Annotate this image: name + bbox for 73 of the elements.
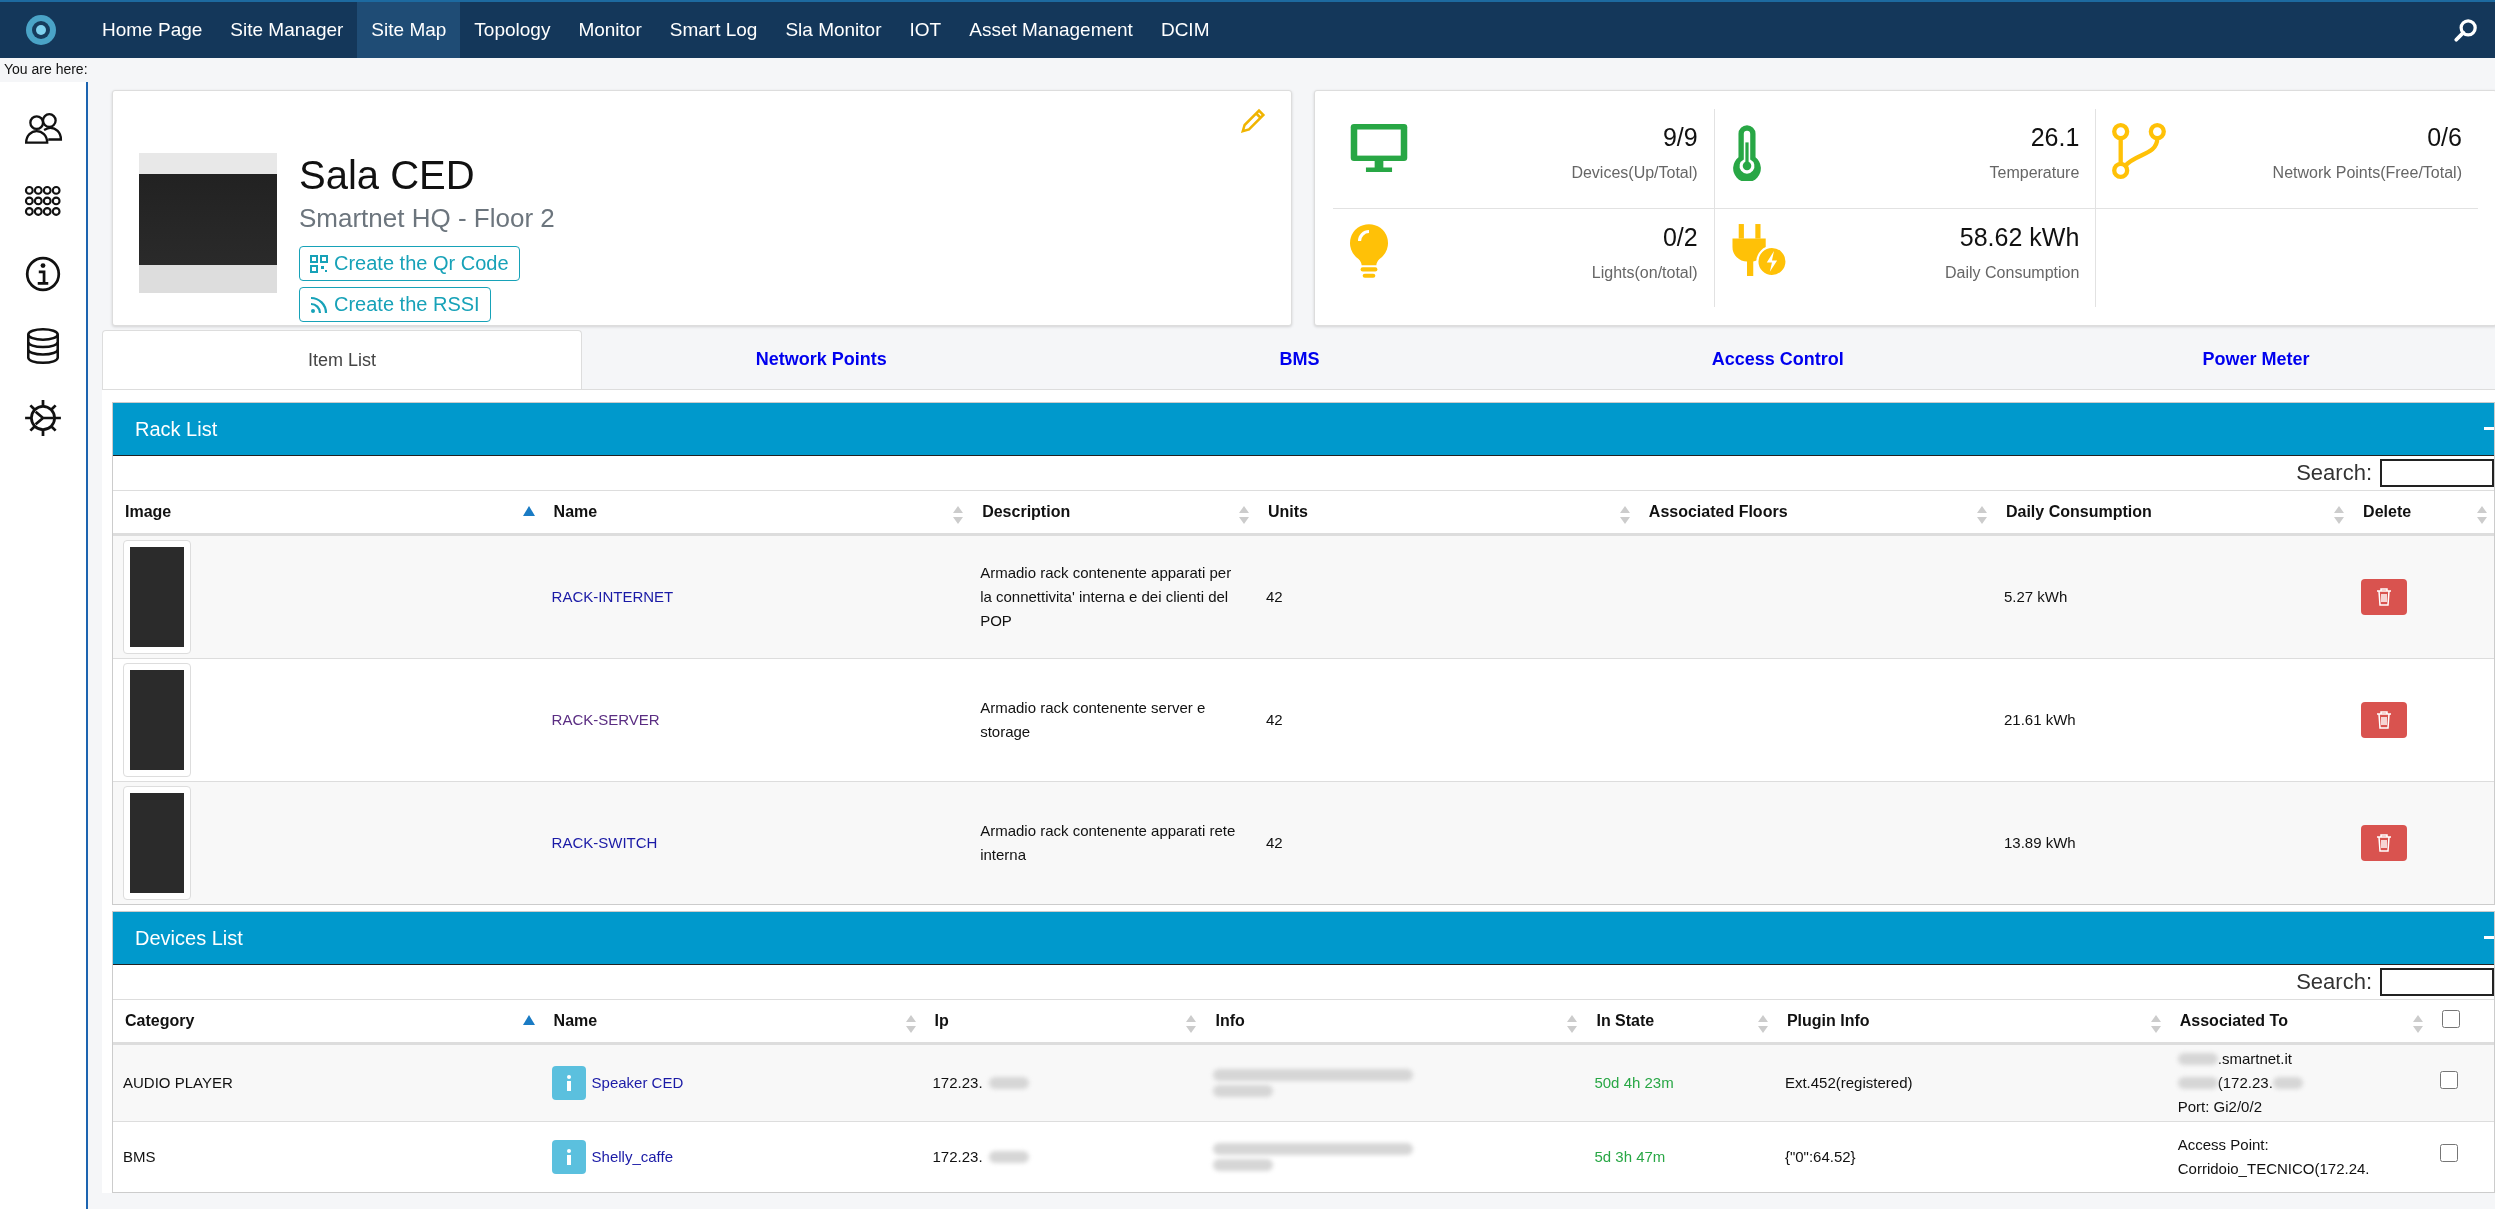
row-checkbox[interactable] [2439,1144,2458,1163]
nav-item[interactable]: Site Manager [216,2,358,58]
stat-label: Temperature [1989,164,2080,182]
breadcrumb-text: You are here: [3,60,89,79]
state-duration: 50d 4h 23m [1584,1043,1775,1122]
table-cell: Armadio rack contenente apparati per la connettivita' interna e dei clienti del POP [970,534,1256,659]
stat-value: 58.62 kWh [1958,222,2080,252]
delete-button[interactable] [2361,579,2408,615]
table-cell: Ext.452(registered) [1774,1043,2168,1122]
nav-item[interactable]: Monitor [564,2,656,58]
collapse-icon [2484,936,2494,940]
stat-value: 26.1 [2029,123,2080,152]
nav-item[interactable]: Sla Monitor [771,2,896,58]
table-cell: {"0":64.52} [1774,1121,2168,1192]
ip-address: 172.23. [932,1073,983,1093]
table-cell: 42 [1255,534,1637,659]
row-checkbox[interactable] [2439,1070,2458,1089]
site-subtitle: Smartnet HQ - Floor 2 [299,203,555,234]
table-cell: 42 [1255,781,1637,904]
device-link[interactable]: Shelly_caffe [591,1144,674,1169]
table-cell: AUDIO PLAYER [113,1043,542,1122]
stat-label: Network Points(Free/Total) [2272,164,2462,182]
collapse-icon [2484,427,2494,431]
stat-label: Devices(Up/Total) [1571,164,1698,182]
table-cell: Armadio rack contenente apparati rete interna [970,781,1256,904]
delete-button[interactable] [2361,825,2408,861]
nav-item[interactable]: Smart Log [655,2,772,58]
trash-icon [2376,588,2393,606]
nav-item[interactable]: Home Page [88,2,217,58]
rack-link[interactable]: RACK-SERVER [551,711,660,728]
table-cell: BMS [113,1121,542,1192]
rack-link[interactable]: RACK-INTERNET [551,588,674,605]
stat-value: 9/9 [1661,123,1698,152]
table-cell: 5.27 kWh [1993,534,2352,659]
gear-icon[interactable] [23,398,63,438]
info-icon[interactable] [23,254,63,294]
rss-icon [310,295,328,314]
info-icon [564,1148,573,1165]
ip-address: 172.23. [932,1146,983,1167]
search-field[interactable] [2380,968,2494,996]
nav-item[interactable]: Site Map [357,2,461,58]
qr-code-icon [310,254,328,273]
stat-label: Lights(on/total) [1591,263,1698,282]
nav-item[interactable]: IOT [895,2,956,58]
association-text: (172.23. [2217,1073,2273,1093]
delete-button[interactable] [2361,702,2408,738]
rack-link[interactable]: RACK-SWITCH [551,834,658,851]
panel-title: Devices List [135,926,243,950]
site-title: Sala CED [299,153,475,197]
association-text: Access Point: [2177,1134,2269,1155]
trash-icon [2376,834,2393,852]
state-duration: 5d 3h 47m [1584,1121,1775,1192]
search-label: Search: [2296,460,2372,486]
info-icon [564,1075,573,1091]
stat-value: 0/2 [1661,222,1698,252]
association-text: Corridoio_TECNICO(172.24. [2177,1158,2370,1179]
device-link[interactable]: Speaker CED [591,1071,684,1095]
nav-item[interactable]: Topology [460,2,565,58]
tab[interactable]: Item List [102,330,583,389]
panel-title: Rack List [135,417,218,441]
trash-icon [2376,711,2393,729]
search-icon [2453,17,2479,43]
nav-item[interactable]: DCIM [1146,2,1224,58]
search-field[interactable] [2380,459,2494,487]
nav-item[interactable]: Asset Management [955,2,1147,58]
logo-icon [24,13,58,47]
association-text: .smartnet.it [2217,1049,2292,1069]
table-cell: 13.89 kWh [1993,781,2352,904]
association-text: Port: Gi2/0/2 [2177,1097,2262,1117]
stat-label: Daily Consumption [1945,263,2080,282]
select-all-checkbox[interactable] [2441,1010,2460,1028]
search-label: Search: [2296,969,2372,995]
stat-value: 0/6 [2426,123,2462,152]
